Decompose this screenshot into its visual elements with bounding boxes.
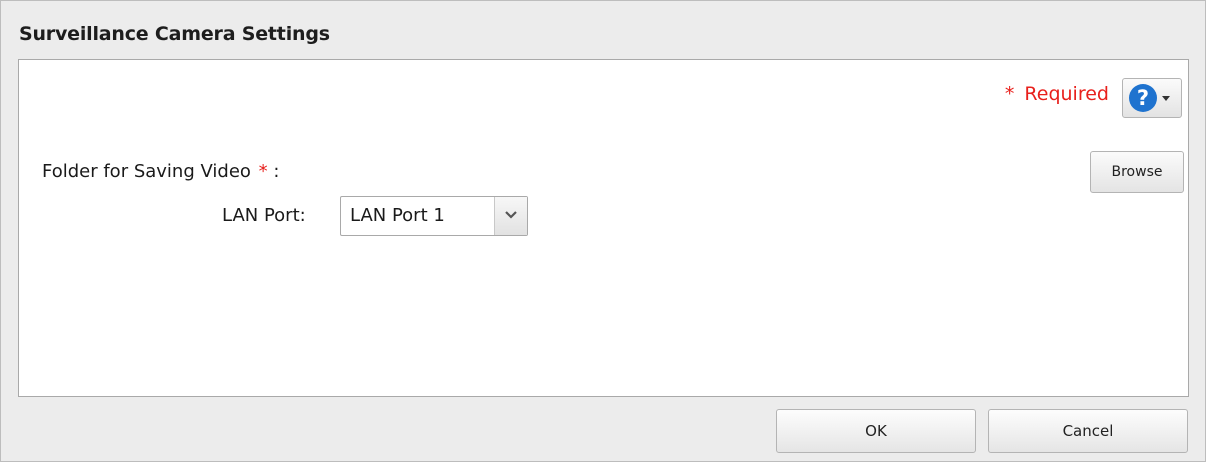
lan-port-selected-value: LAN Port 1 xyxy=(350,205,445,226)
lan-port-select[interactable]: LAN Port 1 xyxy=(340,196,528,236)
surveillance-camera-settings-dialog: Surveillance Camera Settings * Required ?… xyxy=(0,0,1206,462)
chevron-down-icon xyxy=(505,211,517,219)
required-label: Required xyxy=(1024,83,1109,105)
help-circle-icon: ? xyxy=(1129,84,1157,112)
dialog-title: Surveillance Camera Settings xyxy=(19,23,330,45)
browse-button[interactable]: Browse xyxy=(1090,151,1184,193)
cancel-button[interactable]: Cancel xyxy=(988,409,1188,453)
required-note: * Required xyxy=(1005,83,1109,105)
caret-down-icon xyxy=(1162,96,1170,101)
dropdown-toggle[interactable] xyxy=(494,197,527,235)
folder-for-saving-video-label: Folder for Saving Video * : xyxy=(42,161,279,182)
required-asterisk: * xyxy=(1004,83,1015,105)
required-marker: * xyxy=(258,161,268,182)
settings-panel: * Required ? Folder for Saving Video * : … xyxy=(18,59,1189,397)
folder-label-text: Folder for Saving Video xyxy=(42,161,251,182)
lan-port-label: LAN Port: xyxy=(222,205,306,226)
help-menu-button[interactable]: ? xyxy=(1122,78,1182,118)
folder-label-colon: : xyxy=(273,161,280,182)
ok-button[interactable]: OK xyxy=(776,409,976,453)
